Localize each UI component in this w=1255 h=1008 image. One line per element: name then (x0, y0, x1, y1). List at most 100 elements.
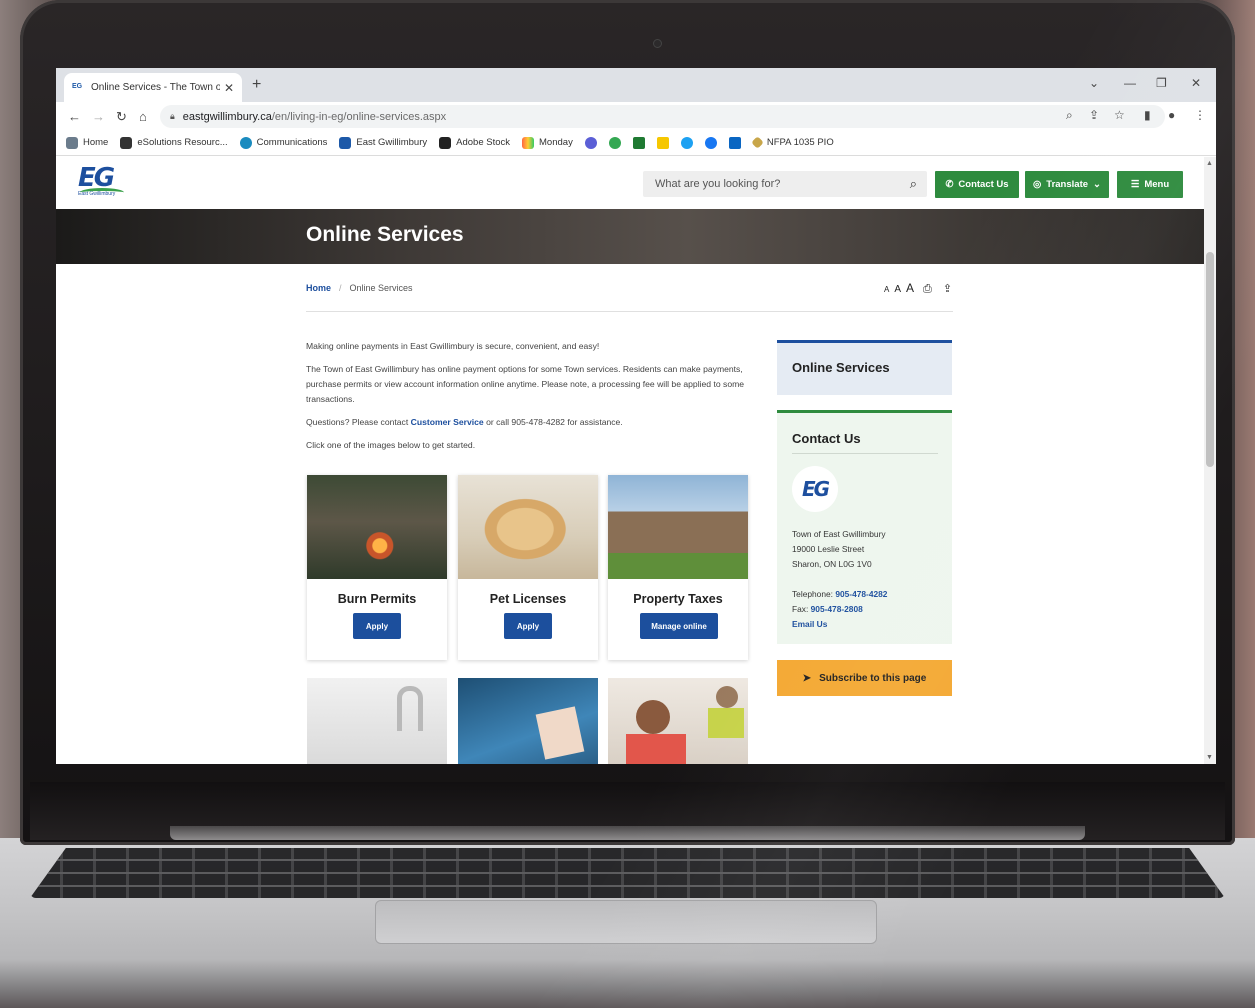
bookmark-adobe-stock[interactable]: Adobe Stock (439, 136, 510, 149)
bookmark-monday[interactable]: Monday (522, 136, 573, 149)
chevron-down-icon: ⌄ (1093, 179, 1101, 190)
apply-pet-license-button[interactable]: Apply (504, 613, 552, 639)
scroll-thumb[interactable] (1206, 252, 1214, 467)
kebab-menu-icon[interactable]: ⋮ (1194, 108, 1206, 122)
share-icon[interactable]: ⇪ (943, 282, 952, 295)
intro-p3: Questions? Please contact Customer Servi… (306, 417, 623, 427)
bookmark-square-icon[interactable] (632, 136, 645, 149)
profile-icon[interactable]: ● (1168, 108, 1175, 122)
address-bar[interactable]: 🔒︎ eastgwillimbury.ca/en/living-in-eg/on… (160, 105, 1165, 128)
fax-link[interactable]: 905-478-2808 (811, 604, 863, 614)
text-size-medium[interactable]: A (894, 284, 901, 295)
close-window-button[interactable]: ✕ (1191, 76, 1201, 90)
contact-us-button[interactable]: ✆ Contact Us (935, 171, 1019, 198)
url-host: eastgwillimbury.ca (182, 110, 272, 123)
shirt-shape (708, 708, 744, 738)
webcam (653, 39, 662, 48)
tab-strip: EG Online Services - The Town of Ea ✕ + … (56, 68, 1216, 102)
side-panel-icon[interactable]: ▮ (1144, 108, 1151, 122)
intro-p2: The Town of East Gwillimbury has online … (306, 364, 745, 404)
reload-icon[interactable]: ↻ (116, 109, 127, 125)
logo-swoosh (80, 188, 124, 197)
faucet-shape (397, 686, 423, 731)
breadcrumb-home[interactable]: Home (306, 283, 331, 293)
manage-taxes-button[interactable]: Manage online (640, 613, 718, 639)
address-row: ← → ↻ ⌂ 🔒︎ eastgwillimbury.ca/en/living-… (56, 102, 1216, 130)
restore-button[interactable]: ❐ (1156, 76, 1167, 90)
bookmark-icon (120, 136, 133, 149)
text-size-small[interactable]: A (884, 285, 889, 294)
bookmark-canva-icon[interactable] (584, 136, 597, 149)
apply-burn-permit-button[interactable]: Apply (353, 613, 401, 639)
tab-search-icon[interactable]: ⌄ (1089, 76, 1099, 90)
campfire-photo[interactable] (307, 475, 447, 579)
twitter-icon[interactable] (680, 136, 693, 149)
bookmark-icon (750, 136, 764, 149)
page-tools: A A A ⎙ ⇪ (884, 281, 952, 296)
browser-tab[interactable]: EG Online Services - The Town of Ea ✕ (64, 73, 242, 102)
menu-button[interactable]: ☰ Menu (1117, 171, 1183, 198)
parking-card[interactable] (458, 678, 598, 764)
lock-icon: 🔒︎ (170, 111, 175, 121)
send-icon: ➤ (802, 672, 812, 684)
bookmark-circle-icon[interactable] (608, 136, 621, 149)
property-taxes-card[interactable]: Property Taxes Manage online (608, 475, 748, 660)
close-tab-icon[interactable]: ✕ (224, 81, 234, 95)
bookmark-esolutions[interactable]: eSolutions Resourc... (120, 136, 228, 149)
card-title: Property Taxes (633, 592, 723, 606)
bookmark-nfpa[interactable]: NFPA 1035 PIO (750, 136, 834, 149)
bookmark-yellow-icon[interactable] (656, 136, 669, 149)
bookmark-icon (522, 136, 535, 149)
bookmark-east-gwillimbury[interactable]: East Gwillimbury (339, 136, 427, 149)
trackpad (375, 900, 877, 944)
minimize-button[interactable]: — (1124, 76, 1136, 90)
bookmark-home[interactable]: Home (66, 136, 108, 149)
water-card[interactable] (307, 678, 447, 764)
hamburger-icon: ☰ (1130, 179, 1140, 190)
breadcrumb-current: Online Services (349, 283, 413, 293)
online-services-box[interactable]: Online Services (777, 340, 952, 395)
print-icon[interactable]: ⎙ (923, 283, 932, 296)
bookmark-icon (339, 136, 352, 149)
bookmark-communications[interactable]: Communications (239, 136, 327, 149)
bookmarks-bar: Home eSolutions Resourc... Communication… (56, 130, 1216, 156)
pet-licenses-card[interactable]: Pet Licenses Apply (458, 475, 598, 660)
browser-window: EG Online Services - The Town of Ea ✕ + … (56, 68, 1216, 764)
page-scrollbar[interactable]: ▲ ▼ (1204, 157, 1216, 764)
fitness-card[interactable] (608, 678, 748, 764)
linkedin-icon[interactable] (728, 136, 741, 149)
customer-service-link[interactable]: Customer Service (411, 417, 484, 427)
translate-button[interactable]: ◎ Translate ⌄ (1025, 171, 1109, 198)
eg-logo[interactable]: EG East Gwillimbury (78, 163, 130, 203)
contact-address: Town of East Gwillimbury 19000 Leslie St… (792, 529, 888, 629)
card-title: Burn Permits (337, 592, 417, 606)
back-icon[interactable]: ← (68, 109, 81, 124)
forward-icon[interactable]: → (92, 109, 105, 124)
zoom-icon[interactable]: ⌕ (1066, 108, 1073, 123)
subscribe-button[interactable]: ➤ Subscribe to this page (777, 660, 952, 696)
facebook-icon[interactable] (704, 136, 717, 149)
burn-permits-card[interactable]: Burn Permits Apply (307, 475, 447, 660)
house-photo[interactable] (608, 475, 748, 579)
bookmark-icon (239, 136, 252, 149)
search-icon[interactable]: ⌕ (910, 176, 917, 192)
telephone-link[interactable]: 905-478-4282 (835, 589, 887, 599)
bookmark-icon (66, 136, 78, 149)
page-hero: Online Services (56, 209, 1204, 264)
laptop-front-edge (0, 960, 1255, 1008)
breadcrumb: Home / Online Services (306, 283, 413, 293)
scroll-down-icon[interactable]: ▼ (1206, 754, 1213, 761)
divider (306, 311, 953, 312)
scroll-up-icon[interactable]: ▲ (1206, 160, 1213, 167)
site-search-input[interactable]: What are you looking for? ⌕ (643, 171, 927, 197)
intro-p1: Making online payments in East Gwillimbu… (306, 341, 600, 351)
email-us-link[interactable]: Email Us (792, 619, 827, 629)
star-icon[interactable]: ☆ (1114, 108, 1125, 122)
share-icon[interactable]: ⇪ (1089, 108, 1099, 122)
dog-photo[interactable] (458, 475, 598, 579)
globe-icon: ◎ (1033, 179, 1042, 190)
divider (792, 453, 938, 454)
text-size-large[interactable]: A (906, 281, 914, 295)
new-tab-button[interactable]: + (252, 76, 261, 94)
home-icon[interactable]: ⌂ (139, 109, 147, 124)
